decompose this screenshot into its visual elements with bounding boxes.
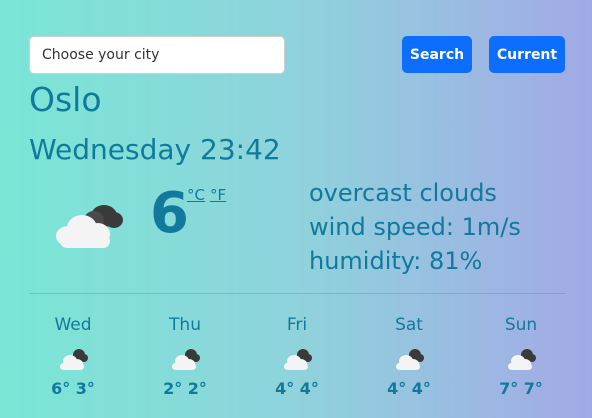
forecast-day-name: Wed bbox=[54, 315, 92, 335]
overcast-cloud-icon bbox=[284, 349, 312, 370]
forecast-row: Wed 6° 3° Thu 2° 2° Fri 4° 4° Sat 4° 4° … bbox=[17, 312, 577, 400]
weather-description: overcast clouds bbox=[309, 179, 497, 207]
forecast-day: Wed 6° 3° bbox=[17, 312, 129, 400]
city-search-input[interactable] bbox=[29, 36, 285, 74]
forecast-temps: 4° 4° bbox=[275, 379, 319, 398]
forecast-day-name: Thu bbox=[169, 315, 201, 335]
current-datetime: Wednesday 23:42 bbox=[29, 133, 281, 166]
fahrenheit-link[interactable]: °F bbox=[210, 186, 226, 204]
current-location-button[interactable]: Current bbox=[489, 36, 565, 73]
overcast-cloud-icon bbox=[56, 205, 123, 248]
divider bbox=[29, 293, 565, 294]
weather-details: overcast clouds wind speed: 1m/s humidit… bbox=[309, 176, 521, 278]
wind-speed: wind speed: 1m/s bbox=[309, 213, 521, 241]
forecast-day: Thu 2° 2° bbox=[129, 312, 241, 400]
forecast-day-name: Fri bbox=[286, 315, 308, 335]
current-temperature: 6 bbox=[150, 181, 189, 246]
overcast-cloud-icon bbox=[60, 349, 88, 370]
forecast-day: Sat 4° 4° bbox=[353, 312, 465, 400]
celsius-link[interactable]: °C bbox=[187, 186, 205, 204]
search-button[interactable]: Search bbox=[402, 36, 472, 73]
forecast-day-name: Sun bbox=[504, 315, 538, 335]
city-name: Oslo bbox=[29, 80, 102, 119]
unit-switcher: °C °F bbox=[187, 186, 231, 204]
forecast-temps: 2° 2° bbox=[163, 379, 207, 398]
forecast-temps: 6° 3° bbox=[51, 379, 95, 398]
search-form: Search Current bbox=[29, 36, 565, 74]
forecast-day: Fri 4° 4° bbox=[241, 312, 353, 400]
forecast-temps: 7° 7° bbox=[499, 379, 543, 398]
overcast-cloud-icon bbox=[396, 349, 424, 370]
overcast-cloud-icon bbox=[172, 349, 200, 370]
humidity: humidity: 81% bbox=[309, 247, 483, 275]
overcast-cloud-icon bbox=[508, 349, 536, 370]
forecast-temps: 4° 4° bbox=[387, 379, 431, 398]
forecast-day: Sun 7° 7° bbox=[465, 312, 577, 400]
forecast-day-name: Sat bbox=[395, 315, 423, 335]
